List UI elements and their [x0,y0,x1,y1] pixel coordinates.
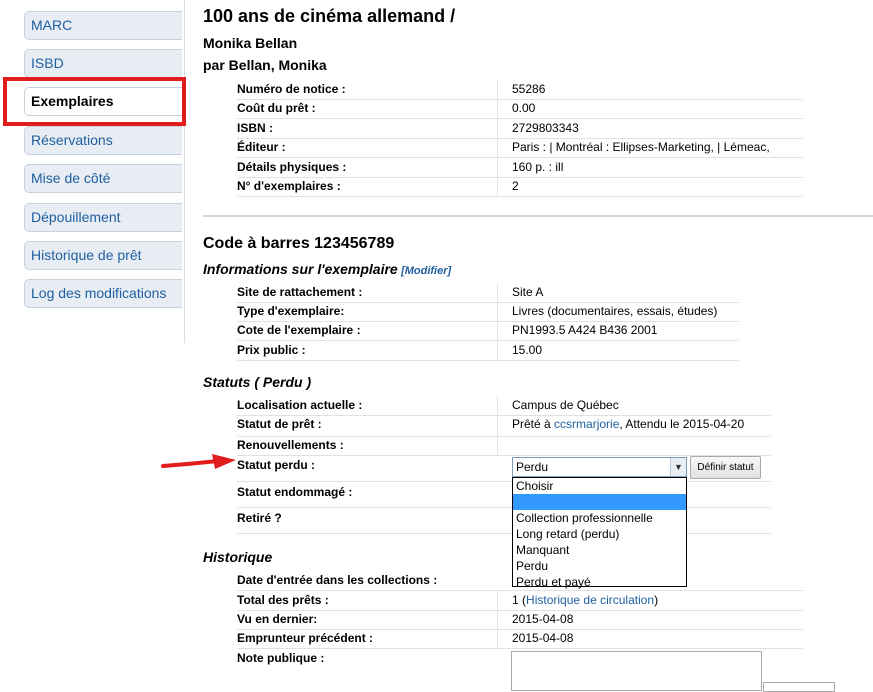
lost-status-selected: Perdu [516,460,549,474]
field-label: N° d'exemplaires : [237,179,341,193]
circulation-history-link[interactable]: Historique de circulation [526,593,654,607]
status-row-loan: Statut de prêt : Prêté à ccsrmarjorie, A… [237,415,771,437]
history-row: Date d'entrée dans les collections : [237,571,803,591]
field-label: Statut perdu : [237,458,315,472]
field-row: Numéro de notice : 55286 [237,80,803,100]
main-content: 100 ans de cinéma allemand / Monika Bell… [203,0,873,692]
field-label: Emprunteur précédent : [237,631,374,645]
field-row: Cote de l'exemplaire : PN1993.5 A424 B43… [237,321,739,341]
field-label: Éditeur : [237,140,286,154]
field-value: 160 p. : ill [497,158,563,177]
field-row: ISBN : 2729803343 [237,119,803,139]
chevron-down-icon[interactable]: ▼ [670,458,686,476]
record-byline: par Bellan, Monika [203,57,327,73]
field-label: Total des prêts : [237,593,329,607]
dropdown-option[interactable]: Collection professionnelle [513,510,686,526]
field-row: Coût du prêt : 0.00 [237,99,803,119]
field-value: Site A [497,283,543,302]
record-author: Monika Bellan [203,35,298,51]
field-row: N° d'exemplaires : 2 [237,177,803,197]
field-value: 15.00 [497,341,542,360]
item-info-heading-line: Informations sur l'exemplaire [Modifier] [203,261,451,277]
history-heading: Historique [203,549,273,565]
tab-historique-pret[interactable]: Historique de prêt [24,241,182,270]
sidebar-tabs: MARC ISBD Exemplaires Réservations Mise … [0,0,185,343]
red-arrow-annotation [161,454,236,469]
set-status-button[interactable]: Définir statut [690,456,761,479]
field-label: Statut de prêt : [237,417,322,431]
dropdown-option-highlighted[interactable] [513,494,686,510]
tab-reservations[interactable]: Réservations [24,126,182,155]
borrower-link[interactable]: ccsrmarjorie [554,417,619,431]
field-label: Coût du prêt : [237,101,316,115]
section-divider [203,215,873,217]
lost-status-select[interactable]: Perdu ▼ [512,457,687,477]
field-label: Localisation actuelle : [237,398,363,412]
item-info-heading: Informations sur l'exemplaire [203,261,398,277]
tab-marc[interactable]: MARC [24,11,182,40]
record-title: 100 ans de cinéma allemand / [203,6,456,26]
statuses-heading: Statuts ( Perdu ) [203,374,312,390]
field-value: 0.00 [497,99,535,118]
field-value: 2015-04-08 [497,629,573,648]
field-value: Paris : | Montréal : Ellipses-Marketing,… [497,138,770,157]
status-row-damaged: Statut endommagé : [237,482,771,508]
tab-isbd[interactable]: ISBD [24,49,182,78]
field-label: Renouvellements : [237,438,344,452]
history-row: Vu en dernier: 2015-04-08 [237,610,803,630]
total-loans-value: 1 (Historique de circulation) [497,591,658,610]
field-label: Retiré ? [237,511,282,525]
field-label: Détails physiques : [237,160,347,174]
field-label: Cote de l'exemplaire : [237,323,361,337]
field-row: Site de rattachement : Site A [237,283,739,303]
tab-depouillement[interactable]: Dépouillement [24,203,182,232]
status-row-withdrawn: Retiré ? [237,508,771,534]
partial-input[interactable] [763,682,835,692]
field-label: Statut endommagé : [237,485,353,499]
field-label: ISBN : [237,121,273,135]
highlight-annotation-box [3,77,186,126]
status-row-renewals: Renouvellements : [237,436,771,456]
loan-status-value: Prêté à ccsrmarjorie, Attendu le 2015-04… [497,415,744,436]
field-label: Note publique : [237,651,325,665]
history-row: Emprunteur précédent : 2015-04-08 [237,629,803,649]
field-value: 2729803343 [497,119,579,138]
field-label: Date d'entrée dans les collections : [237,573,438,587]
field-value: 55286 [497,80,545,99]
field-label: Site de rattachement : [237,285,363,299]
field-label: Vu en dernier: [237,612,318,626]
dropdown-option[interactable]: Choisir [513,478,686,494]
modify-link[interactable]: [Modifier] [401,265,451,277]
barcode-heading: Code à barres 123456789 [203,235,395,252]
loan-due: , Attendu le 2015-04-20 [619,417,745,431]
dropdown-option[interactable]: Manquant [513,542,686,558]
loan-prefix: Prêté à [512,417,555,431]
field-label: Type d'exemplaire: [237,304,345,318]
tab-mise-de-cote[interactable]: Mise de côté [24,164,182,193]
field-label: Numéro de notice : [237,82,346,96]
field-row: Éditeur : Paris : | Montréal : Ellipses-… [237,138,803,158]
field-value: Campus de Québec [497,396,619,415]
field-value: Livres (documentaires, essais, études) [497,302,717,321]
status-row-location: Localisation actuelle : Campus de Québec [237,396,771,416]
field-row: Détails physiques : 160 p. : ill [237,158,803,178]
public-note-textarea[interactable] [511,651,762,691]
field-value [497,436,512,455]
total-loans-count: 1 [512,593,519,607]
dropdown-option[interactable]: Long retard (perdu) [513,526,686,542]
tab-log-modifications[interactable]: Log des modifications [24,279,182,308]
field-label: Prix public : [237,343,306,357]
field-value: 2015-04-08 [497,610,573,629]
field-row: Prix public : 15.00 [237,341,739,361]
field-row: Type d'exemplaire: Livres (documentaires… [237,302,739,322]
field-value: 2 [497,177,519,196]
field-value: PN1993.5 A424 B436 2001 [497,321,657,340]
history-row: Total des prêts : 1 (Historique de circu… [237,591,803,611]
